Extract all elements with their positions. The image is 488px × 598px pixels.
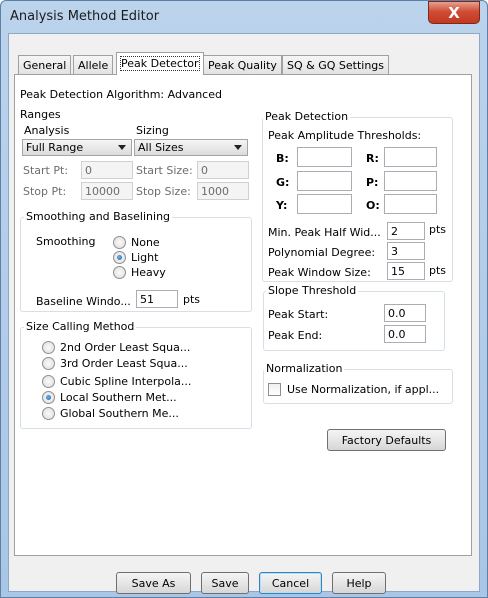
window-title: Analysis Method Editor — [10, 9, 160, 24]
close-icon: X — [448, 3, 460, 22]
peak-window-size-label: Peak Window Size: — [268, 266, 371, 279]
threshold-r-field[interactable] — [384, 147, 437, 167]
threshold-p-label: P: — [366, 176, 379, 189]
smoothing-none-radio[interactable] — [113, 236, 126, 249]
size-calling-2nd-order-radio[interactable] — [42, 341, 55, 354]
min-peak-half-width-unit: pts — [429, 223, 447, 236]
peak-window-size-unit: pts — [429, 264, 447, 277]
analysis-range-select[interactable]: Full Range — [22, 139, 132, 156]
smoothing-none-label: None — [131, 236, 160, 249]
close-button[interactable]: X — [428, 1, 480, 24]
factory-defaults-button[interactable]: Factory Defaults — [327, 429, 446, 451]
sizing-value: All Sizes — [138, 141, 184, 154]
use-normalization-label: Use Normalization, if appl... — [287, 383, 440, 396]
peak-start-field[interactable]: 0.0 — [384, 304, 426, 322]
baseline-window-field[interactable]: 51 — [136, 290, 178, 308]
start-size-field[interactable]: 0 — [197, 161, 249, 179]
algorithm-value: Advanced — [167, 88, 222, 101]
peak-window-size-field[interactable]: 15 — [387, 262, 425, 280]
tab-peak-detector[interactable]: Peak Detector — [116, 52, 204, 75]
tab-label: Peak Quality — [208, 59, 277, 72]
tab-label: Allele — [78, 59, 109, 72]
start-pt-field[interactable]: 0 — [81, 161, 133, 179]
smoothing-group-title: Smoothing and Baselining — [24, 210, 173, 223]
size-calling-option-label: 2nd Order Least Squa... — [60, 341, 191, 354]
min-peak-half-width-field[interactable]: 2 — [387, 222, 425, 240]
size-calling-cubic-spline-radio[interactable] — [42, 375, 55, 388]
tab-peak-quality[interactable]: Peak Quality — [203, 55, 282, 74]
amplitude-thresholds-label: Peak Amplitude Thresholds: — [268, 129, 422, 142]
tab-label: General — [23, 59, 67, 72]
tab-label: SQ & GQ Settings — [287, 59, 385, 72]
size-calling-global-southern-radio[interactable] — [42, 407, 55, 420]
stop-size-field[interactable]: 1000 — [197, 182, 249, 200]
algorithm-line: Peak Detection Algorithm: Advanced — [20, 88, 222, 101]
peak-detection-group-title: Peak Detection — [263, 110, 351, 123]
threshold-g-field[interactable] — [297, 171, 352, 191]
size-calling-option-label: Global Southern Me... — [60, 407, 179, 420]
ranges-heading: Ranges — [20, 108, 61, 121]
peak-end-field[interactable]: 0.0 — [384, 325, 426, 343]
smoothing-light-radio[interactable] — [113, 251, 126, 264]
size-calling-local-southern-radio[interactable] — [42, 391, 55, 404]
size-calling-3rd-order-radio[interactable] — [42, 357, 55, 370]
algorithm-label: Peak Detection Algorithm: — [20, 88, 165, 101]
threshold-b-label: B: — [276, 152, 289, 165]
polynomial-degree-label: Polynomial Degree: — [268, 246, 376, 259]
threshold-r-label: R: — [366, 152, 379, 165]
stop-pt-label: Stop Pt: — [23, 185, 67, 198]
smoothing-light-label: Light — [131, 251, 159, 264]
size-calling-option-label: Local Southern Met... — [60, 391, 177, 404]
sizing-label: Sizing — [136, 124, 169, 137]
smoothing-heavy-label: Heavy — [131, 266, 166, 279]
normalization-group-title: Normalization — [264, 362, 345, 375]
chevron-down-icon — [234, 145, 242, 150]
use-normalization-checkbox[interactable] — [268, 383, 281, 396]
help-button[interactable]: Help — [332, 572, 386, 594]
stop-size-label: Stop Size: — [136, 185, 191, 198]
baseline-window-label: Baseline Windo... — [36, 295, 131, 308]
size-calling-option-label: 3rd Order Least Squa... — [60, 357, 188, 370]
threshold-b-field[interactable] — [297, 147, 352, 167]
smoothing-heavy-radio[interactable] — [113, 266, 126, 279]
tab-allele[interactable]: Allele — [73, 55, 114, 74]
save-as-button[interactable]: Save As — [116, 572, 191, 594]
tab-sq-gq-settings[interactable]: SQ & GQ Settings — [282, 55, 390, 74]
threshold-g-label: G: — [276, 176, 290, 189]
slope-threshold-group-title: Slope Threshold — [266, 284, 359, 297]
tab-general[interactable]: General — [18, 55, 72, 74]
analysis-label: Analysis — [24, 124, 70, 137]
threshold-o-label: O: — [366, 199, 380, 212]
size-calling-option-label: Cubic Spline Interpola... — [60, 375, 192, 388]
threshold-y-label: Y: — [276, 199, 288, 212]
start-size-label: Start Size: — [136, 164, 193, 177]
start-pt-label: Start Pt: — [23, 164, 69, 177]
save-button[interactable]: Save — [201, 572, 249, 594]
threshold-p-field[interactable] — [384, 171, 437, 191]
stop-pt-field[interactable]: 10000 — [81, 182, 133, 200]
threshold-o-field[interactable] — [384, 194, 437, 214]
min-peak-half-width-label: Min. Peak Half Wid... — [268, 226, 381, 239]
smoothing-label: Smoothing — [36, 235, 96, 248]
polynomial-degree-field[interactable]: 3 — [387, 242, 425, 260]
tab-label: Peak Detector — [120, 56, 200, 71]
peak-end-label: Peak End: — [268, 329, 323, 342]
chevron-down-icon — [118, 145, 126, 150]
cancel-button[interactable]: Cancel — [259, 572, 322, 594]
analysis-range-value: Full Range — [26, 141, 84, 154]
size-calling-group-title: Size Calling Method — [24, 320, 137, 333]
peak-start-label: Peak Start: — [268, 308, 329, 321]
sizing-select[interactable]: All Sizes — [134, 139, 248, 156]
baseline-window-unit: pts — [183, 293, 201, 306]
threshold-y-field[interactable] — [297, 194, 352, 214]
